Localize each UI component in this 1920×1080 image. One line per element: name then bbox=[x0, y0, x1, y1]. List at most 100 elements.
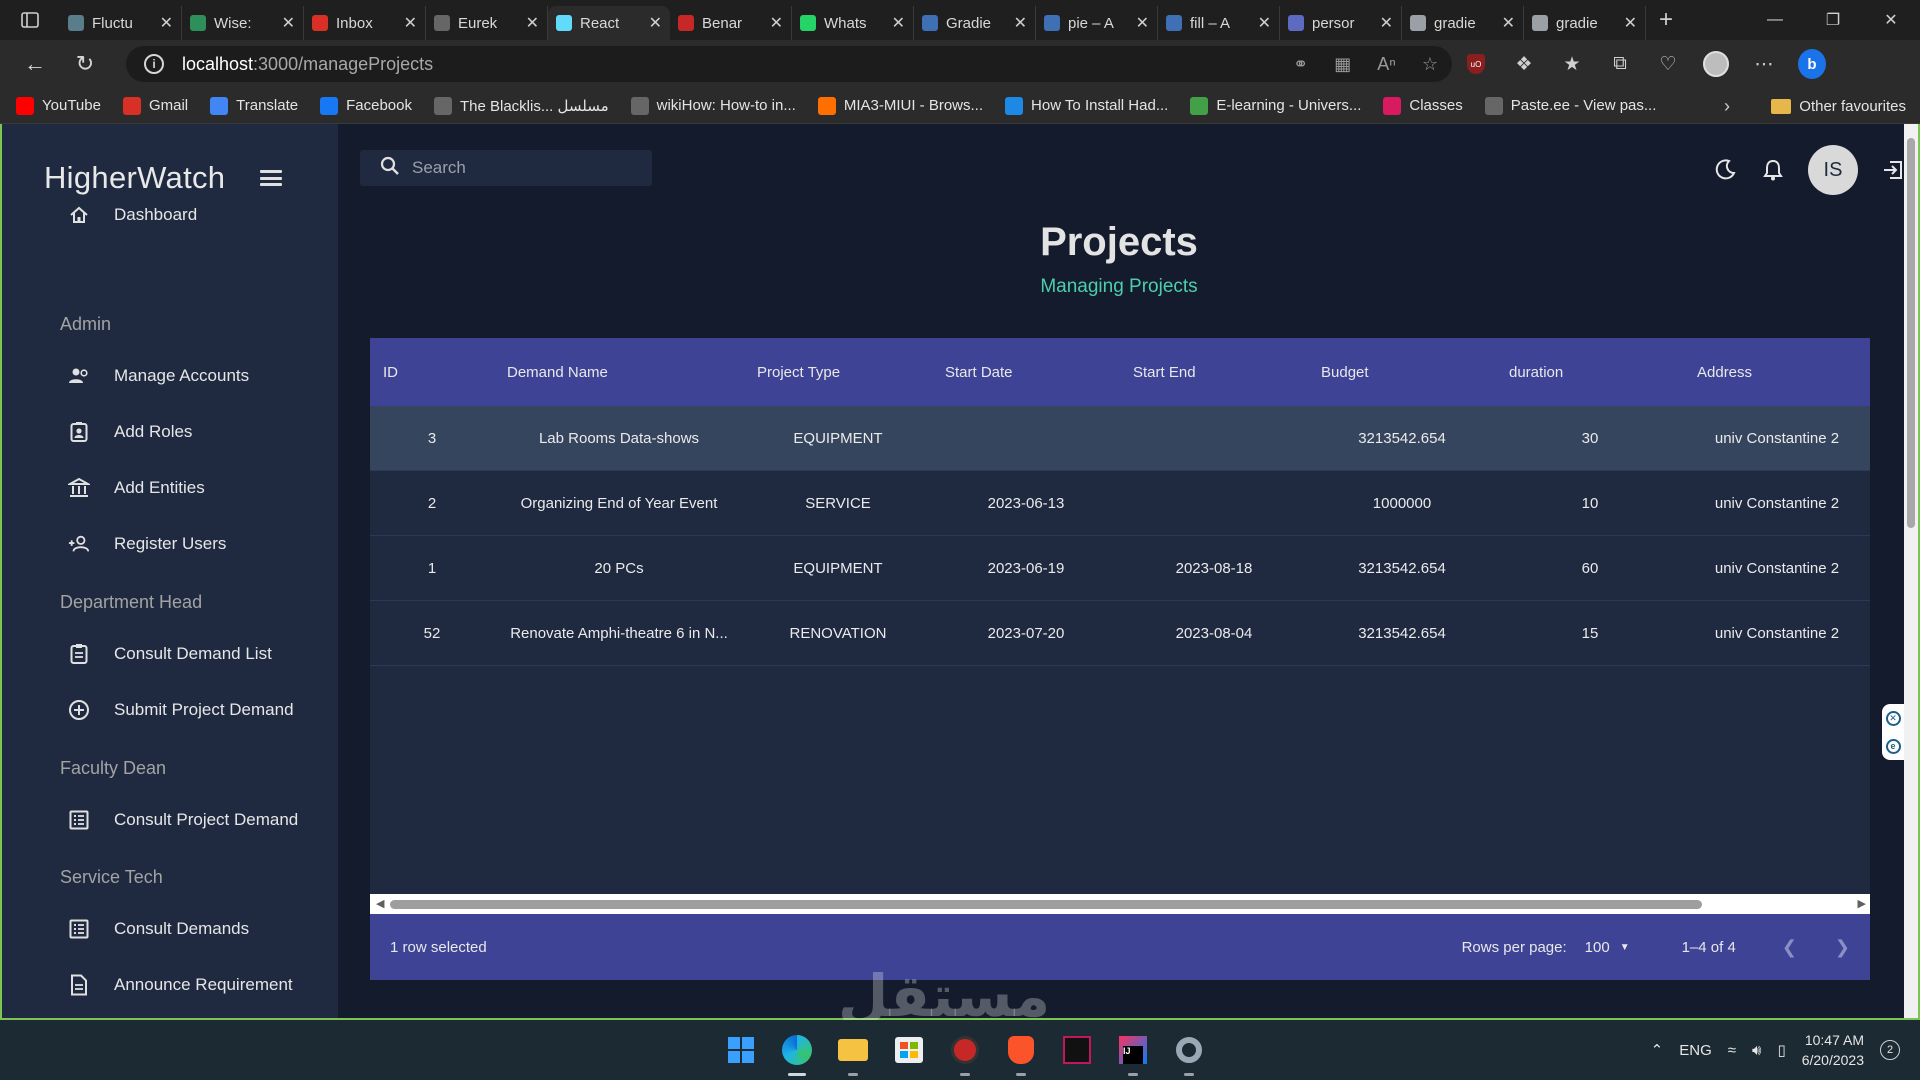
cell-budget[interactable]: 3213542.654 bbox=[1308, 560, 1496, 577]
sidebar-item-add-entities[interactable]: Add Entities bbox=[68, 477, 334, 499]
read-aloud-icon[interactable]: Aⁿ bbox=[1377, 54, 1396, 75]
table-row[interactable]: 3 Lab Rooms Data-shows EQUIPMENT 3213542.65… bbox=[370, 406, 1870, 471]
column-header-budget[interactable]: Budget bbox=[1308, 364, 1496, 381]
sidebar-item-add-roles[interactable]: Add Roles bbox=[68, 421, 334, 443]
cell-type[interactable]: EQUIPMENT bbox=[744, 560, 932, 577]
ublock-icon[interactable]: uO bbox=[1462, 50, 1490, 78]
more-menu-icon[interactable]: ⋯ bbox=[1750, 50, 1778, 78]
microsoft-store-icon[interactable] bbox=[890, 1031, 928, 1069]
bookmark-item[interactable]: E-learning - Univers... bbox=[1190, 96, 1361, 115]
bookmark-item[interactable]: The Blacklis... مسلسل bbox=[433, 96, 609, 115]
search-icon[interactable] bbox=[380, 156, 400, 181]
bookmark-item[interactable]: Gmail bbox=[122, 96, 188, 115]
notifications-bell-icon[interactable] bbox=[1760, 157, 1786, 183]
favorite-star-icon[interactable]: ☆ bbox=[1422, 54, 1438, 75]
browser-tab[interactable]: fill – A ✕ bbox=[1158, 6, 1280, 40]
cell-end[interactable]: 2023-08-04 bbox=[1120, 625, 1308, 642]
clock[interactable]: 10:47 AM 6/20/2023 bbox=[1802, 1030, 1864, 1070]
cell-id[interactable]: 2 bbox=[370, 495, 494, 512]
notification-count-badge[interactable]: 2 bbox=[1880, 1040, 1900, 1060]
health-icon[interactable]: ♡ bbox=[1654, 50, 1682, 78]
column-header-address[interactable]: Address bbox=[1684, 364, 1870, 381]
site-info-icon[interactable]: i bbox=[144, 54, 164, 74]
restore-button[interactable]: ❐ bbox=[1804, 0, 1862, 40]
apps-icon[interactable]: ▦ bbox=[1334, 54, 1351, 75]
scroll-left-icon[interactable]: ◀ bbox=[376, 897, 384, 910]
browser-tab[interactable]: Inbox ✕ bbox=[304, 6, 426, 40]
browser-tab[interactable]: Wise: ✕ bbox=[182, 6, 304, 40]
browser-tab[interactable]: pie – A ✕ bbox=[1036, 6, 1158, 40]
intellij-idea-icon[interactable]: IJ bbox=[1114, 1031, 1152, 1076]
extensions-icon[interactable]: ❖ bbox=[1510, 50, 1538, 78]
table-row[interactable]: 2 Organizing End of Year Event SERVICE 2023… bbox=[370, 471, 1870, 536]
cell-id[interactable]: 1 bbox=[370, 560, 494, 577]
cell-name[interactable]: Lab Rooms Data-shows bbox=[494, 430, 744, 447]
browser-tab[interactable]: Benar ✕ bbox=[670, 6, 792, 40]
language-indicator[interactable]: ENG bbox=[1679, 1042, 1712, 1059]
chevron-up-icon[interactable]: ⌃ bbox=[1651, 1041, 1664, 1059]
column-header-id[interactable]: ID bbox=[370, 364, 494, 381]
cell-type[interactable]: SERVICE bbox=[744, 495, 932, 512]
cell-address[interactable]: univ Constantine 2 bbox=[1684, 430, 1870, 447]
close-tab-icon[interactable]: ✕ bbox=[160, 13, 173, 33]
menu-toggle-icon[interactable] bbox=[260, 170, 282, 186]
sidebar-item-register-users[interactable]: Register Users bbox=[68, 533, 334, 555]
brave-browser-icon[interactable] bbox=[1002, 1031, 1040, 1076]
cell-duration[interactable]: 60 bbox=[1496, 560, 1684, 577]
bookmark-item[interactable]: Classes bbox=[1383, 96, 1463, 115]
close-tab-icon[interactable]: ✕ bbox=[1136, 13, 1149, 33]
column-header-project-type[interactable]: Project Type bbox=[744, 364, 932, 381]
cell-end[interactable]: 2023-08-18 bbox=[1120, 560, 1308, 577]
browser-tab[interactable]: Whats ✕ bbox=[792, 6, 914, 40]
cell-id[interactable]: 52 bbox=[370, 625, 494, 642]
browser-tab[interactable]: Eurek ✕ bbox=[426, 6, 548, 40]
close-tab-icon[interactable]: ✕ bbox=[1502, 13, 1515, 33]
close-icon[interactable]: ✕ bbox=[1885, 710, 1901, 726]
cell-type[interactable]: EQUIPMENT bbox=[744, 430, 932, 447]
cell-start[interactable]: 2023-07-20 bbox=[932, 625, 1120, 642]
bookmark-item[interactable]: Paste.ee - View pas... bbox=[1484, 96, 1656, 115]
favorites-icon[interactable]: ★ bbox=[1558, 50, 1586, 78]
cell-address[interactable]: univ Constantine 2 bbox=[1684, 625, 1870, 642]
cell-budget[interactable]: 3213542.654 bbox=[1308, 430, 1496, 447]
close-tab-icon[interactable]: ✕ bbox=[1258, 13, 1271, 33]
close-tab-icon[interactable]: ✕ bbox=[1624, 13, 1637, 33]
user-avatar[interactable]: IS bbox=[1808, 145, 1858, 195]
collections-icon[interactable]: ⧉ bbox=[1606, 50, 1634, 78]
cell-id[interactable]: 3 bbox=[370, 430, 494, 447]
column-header-demand-name[interactable]: Demand Name bbox=[494, 364, 744, 381]
previous-page-icon[interactable]: ❮ bbox=[1782, 937, 1797, 958]
cell-name[interactable]: Organizing End of Year Event bbox=[494, 495, 744, 512]
cell-type[interactable]: RENOVATION bbox=[744, 625, 932, 642]
cell-address[interactable]: univ Constantine 2 bbox=[1684, 495, 1870, 512]
sidebar-item-manage-accounts[interactable]: Manage Accounts bbox=[68, 365, 334, 387]
url-text[interactable]: localhost:3000/manageProjects bbox=[182, 54, 433, 75]
bookmark-item[interactable]: MIA3-MIUI - Brows... bbox=[817, 96, 983, 115]
column-header-start-date[interactable]: Start Date bbox=[932, 364, 1120, 381]
cell-duration[interactable]: 15 bbox=[1496, 625, 1684, 642]
settings-gear-icon[interactable] bbox=[1170, 1031, 1208, 1076]
close-tab-icon[interactable]: ✕ bbox=[1014, 13, 1027, 33]
bookmark-item[interactable]: Translate bbox=[210, 96, 298, 115]
edge-browser-icon[interactable] bbox=[778, 1031, 816, 1076]
browser-tab[interactable]: gradie ✕ bbox=[1402, 6, 1524, 40]
close-tab-icon[interactable]: ✕ bbox=[649, 13, 662, 33]
cell-duration[interactable]: 30 bbox=[1496, 430, 1684, 447]
logout-icon[interactable] bbox=[1880, 157, 1906, 183]
close-tab-icon[interactable]: ✕ bbox=[1380, 13, 1393, 33]
horizontal-scrollbar[interactable]: ◀ ▶ bbox=[370, 894, 1870, 914]
cell-address[interactable]: univ Constantine 2 bbox=[1684, 560, 1870, 577]
browser-tab[interactable]: gradie ✕ bbox=[1524, 6, 1646, 40]
close-tab-icon[interactable]: ✕ bbox=[404, 13, 417, 33]
next-page-icon[interactable]: ❯ bbox=[1835, 937, 1850, 958]
close-tab-icon[interactable]: ✕ bbox=[892, 13, 905, 33]
scrollbar-thumb[interactable] bbox=[1907, 138, 1915, 528]
chevron-right-icon[interactable]: › bbox=[1724, 88, 1730, 124]
browser-tab[interactable]: Gradie ✕ bbox=[914, 6, 1036, 40]
new-tab-button[interactable]: + bbox=[1646, 0, 1686, 40]
close-tab-icon[interactable]: ✕ bbox=[770, 13, 783, 33]
sidebar-item-consult-project-demand[interactable]: Consult Project Demand bbox=[68, 809, 334, 831]
cell-name[interactable]: Renovate Amphi-theatre 6 in N... bbox=[494, 625, 744, 642]
browser-tab[interactable]: persor ✕ bbox=[1280, 6, 1402, 40]
table-row[interactable]: 1 20 PCs EQUIPMENT 2023-06-19 2023-08-18 3213… bbox=[370, 536, 1870, 601]
